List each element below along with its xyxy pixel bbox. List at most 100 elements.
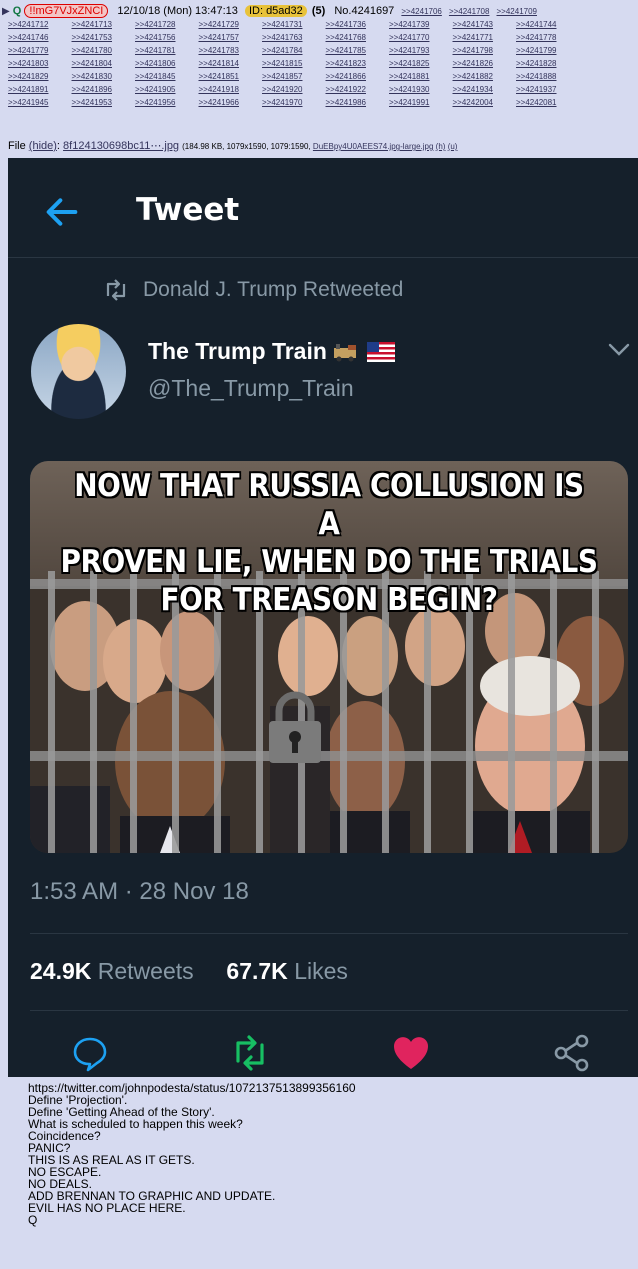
reply-link[interactable]: >>4241713 [72, 18, 136, 31]
unhide-link[interactable]: (u) [448, 142, 458, 151]
share-icon[interactable] [552, 1033, 592, 1073]
reply-link[interactable]: >>4241780 [72, 44, 136, 57]
reply-link[interactable]: >>4241757 [199, 31, 263, 44]
reply-link[interactable]: >>4241934 [453, 83, 517, 96]
like-count[interactable]: 67.7K [226, 958, 287, 984]
divider [30, 1010, 628, 1011]
reply-link[interactable]: >>4241866 [326, 70, 390, 83]
reply-link[interactable]: >>4241815 [262, 57, 326, 70]
train-emoji-icon [333, 343, 356, 361]
reply-icon[interactable] [70, 1033, 110, 1073]
retweet-label[interactable]: Retweets [98, 958, 194, 984]
reply-link[interactable]: >>4241966 [199, 96, 263, 109]
back-arrow-icon[interactable] [42, 192, 82, 232]
tweet-screenshot[interactable]: Tweet Donald J. Trump Retweeted The Trum… [8, 158, 638, 1077]
reply-link[interactable]: >>4241768 [326, 31, 390, 44]
reply-link[interactable]: >>4241804 [72, 57, 136, 70]
divider [30, 933, 628, 934]
reply-link[interactable]: >>4241709 [497, 7, 538, 16]
reply-link[interactable]: >>4241828 [516, 57, 580, 70]
reply-link[interactable]: >>4241829 [8, 70, 72, 83]
reply-link[interactable]: >>4241708 [449, 7, 490, 16]
reply-link[interactable]: >>4241986 [326, 96, 390, 109]
reply-link[interactable]: >>4241945 [8, 96, 72, 109]
reply-link[interactable]: >>4241743 [453, 18, 517, 31]
reply-link[interactable]: >>4241746 [8, 31, 72, 44]
reply-link[interactable]: >>4241779 [8, 44, 72, 57]
reply-link[interactable]: >>4241731 [262, 18, 326, 31]
reply-link[interactable]: >>4241845 [135, 70, 199, 83]
user-handle[interactable]: @The_Trump_Train [148, 375, 354, 402]
reply-link[interactable]: >>4241712 [8, 18, 72, 31]
tweet-page-title: Tweet [136, 192, 240, 228]
reply-link[interactable]: >>4241798 [453, 44, 517, 57]
reply-link[interactable]: >>4241882 [453, 70, 517, 83]
reply-link[interactable]: >>4241888 [516, 70, 580, 83]
reply-link[interactable]: >>4241770 [389, 31, 453, 44]
like-label[interactable]: Likes [294, 958, 348, 984]
reply-link[interactable]: >>4241920 [262, 83, 326, 96]
reply-link[interactable]: >>4241991 [389, 96, 453, 109]
reply-link[interactable]: >>4241778 [516, 31, 580, 44]
hash-link[interactable]: (h) [436, 142, 446, 151]
heart-icon[interactable] [391, 1033, 431, 1073]
reply-link[interactable]: >>4241922 [326, 83, 390, 96]
reply-link[interactable]: >>4241937 [516, 83, 580, 96]
reply-link[interactable]: >>4241826 [453, 57, 517, 70]
meme-caption: NOW THAT RUSSIA COLLUSION IS A PROVEN LI… [60, 467, 598, 619]
reply-link[interactable]: >>4241851 [199, 70, 263, 83]
poster-id-badge[interactable]: ID: d5ad32 [244, 5, 307, 17]
reply-link[interactable]: >>4241706 [401, 7, 442, 16]
reply-link[interactable]: >>4241756 [135, 31, 199, 44]
reply-link[interactable]: >>4241881 [389, 70, 453, 83]
reply-link[interactable]: >>4241785 [326, 44, 390, 57]
reply-link[interactable]: >>4241781 [135, 44, 199, 57]
reply-link[interactable]: >>4241739 [389, 18, 453, 31]
meme-caption-line: NOW THAT RUSSIA COLLUSION IS A [74, 468, 584, 542]
reply-link[interactable]: >>4241806 [135, 57, 199, 70]
retweet-count[interactable]: 24.9K [30, 958, 91, 984]
reply-link[interactable]: >>4241729 [199, 18, 263, 31]
original-file-name-link[interactable]: DuEBpy4U0AEES74.jpg-large.jpg [313, 142, 434, 151]
reply-link[interactable]: >>4241793 [389, 44, 453, 57]
tweet-timestamp[interactable]: 1:53 AM · 28 Nov 18 [30, 878, 249, 906]
reply-link[interactable]: >>4241728 [135, 18, 199, 31]
meme-image[interactable]: NOW THAT RUSSIA COLLUSION IS A PROVEN LI… [30, 461, 628, 853]
reply-link[interactable]: >>4241956 [135, 96, 199, 109]
reply-link[interactable]: >>4241823 [326, 57, 390, 70]
reply-link[interactable]: >>4241799 [516, 44, 580, 57]
post-number[interactable]: No.4241697 [334, 5, 394, 17]
reply-link[interactable]: >>4241763 [262, 31, 326, 44]
file-label: File [8, 140, 26, 152]
reply-link[interactable]: >>4241736 [326, 18, 390, 31]
reply-link[interactable]: >>4241771 [453, 31, 517, 44]
reply-link[interactable]: >>4241970 [262, 96, 326, 109]
reply-link[interactable]: >>4241744 [516, 18, 580, 31]
post-menu-arrow-icon[interactable]: ▶ [2, 6, 10, 17]
reply-link[interactable]: >>4241830 [72, 70, 136, 83]
reply-link[interactable]: >>4241857 [262, 70, 326, 83]
reply-link[interactable]: >>4241803 [8, 57, 72, 70]
avatar[interactable] [31, 324, 126, 419]
reply-link[interactable]: >>4241784 [262, 44, 326, 57]
file-name-link[interactable]: 8f124130698bc11⋯.jpg [63, 140, 179, 152]
retweet-icon[interactable] [230, 1033, 270, 1073]
retweet-icon [106, 279, 126, 301]
reply-link[interactable]: >>4241918 [199, 83, 263, 96]
reply-link[interactable]: >>4241905 [135, 83, 199, 96]
reply-link[interactable]: >>4241825 [389, 57, 453, 70]
reply-link[interactable]: >>4242081 [516, 96, 580, 109]
reply-link[interactable]: >>4241953 [72, 96, 136, 109]
reply-link[interactable]: >>4241891 [8, 83, 72, 96]
file-meta: (184.98 KB, 1079x1590, 1079:1590, DuEBpy… [182, 142, 457, 151]
display-name[interactable]: The Trump Train [148, 338, 395, 365]
hide-file-link[interactable]: (hide) [29, 140, 57, 152]
reply-link[interactable]: >>4241783 [199, 44, 263, 57]
reply-link[interactable]: >>4241930 [389, 83, 453, 96]
chevron-down-icon[interactable] [608, 343, 630, 357]
post-message: https://twitter.com/johnpodesta/status/1… [28, 1081, 356, 1227]
reply-link[interactable]: >>4241896 [72, 83, 136, 96]
reply-link[interactable]: >>4242004 [453, 96, 517, 109]
reply-link[interactable]: >>4241753 [72, 31, 136, 44]
reply-link[interactable]: >>4241814 [199, 57, 263, 70]
